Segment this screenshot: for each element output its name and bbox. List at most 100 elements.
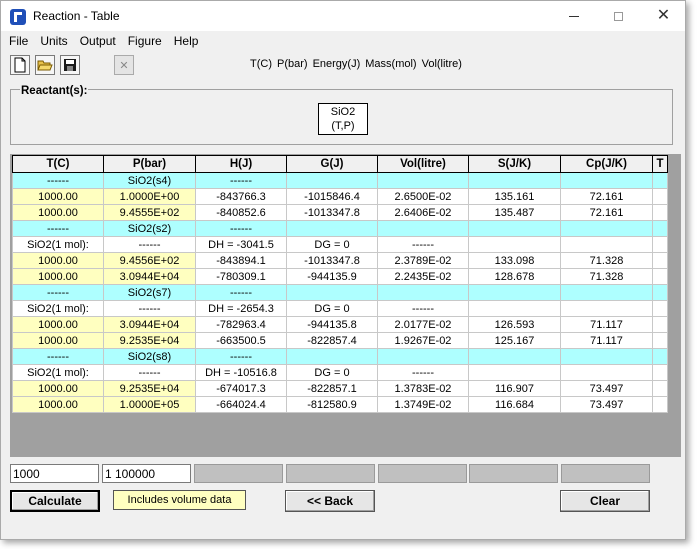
table-cell[interactable]: 1000.00 bbox=[12, 396, 104, 413]
table-cell[interactable] bbox=[560, 220, 653, 237]
info-row[interactable]: SiO2(1 mol): ------ DH = -3041.5 DG = 0 ----… bbox=[12, 236, 668, 253]
table-cell[interactable]: ------ bbox=[103, 300, 196, 317]
table-cell[interactable] bbox=[652, 348, 668, 365]
table-cell[interactable]: 2.3789E-02 bbox=[377, 252, 469, 269]
table-cell[interactable]: -822857.4 bbox=[286, 332, 378, 349]
maximize-button[interactable] bbox=[596, 1, 641, 31]
table-cell[interactable]: SiO2(s4) bbox=[103, 172, 196, 189]
table-cell[interactable]: 1.0000E+00 bbox=[103, 188, 196, 205]
minimize-button[interactable] bbox=[551, 1, 596, 31]
menu-file[interactable]: File bbox=[1, 32, 32, 52]
menu-figure[interactable]: Figure bbox=[120, 32, 166, 52]
table-cell[interactable] bbox=[652, 380, 668, 397]
table-cell[interactable]: 1.3749E-02 bbox=[377, 396, 469, 413]
reactant-species[interactable]: SiO2 (T,P) bbox=[318, 103, 368, 135]
header-t-extra[interactable]: T bbox=[652, 155, 668, 173]
table-cell[interactable]: DH = -3041.5 bbox=[195, 236, 287, 253]
table-cell[interactable]: 73.497 bbox=[560, 380, 653, 397]
table-cell[interactable] bbox=[652, 172, 668, 189]
table-cell[interactable] bbox=[652, 364, 668, 381]
table-cell[interactable]: -822857.1 bbox=[286, 380, 378, 397]
table-cell[interactable] bbox=[652, 220, 668, 237]
table-cell[interactable]: -780309.1 bbox=[195, 268, 287, 285]
table-cell[interactable]: 9.4556E+02 bbox=[103, 252, 196, 269]
table-cell[interactable]: 126.593 bbox=[468, 316, 561, 333]
table-cell[interactable]: DH = -2654.3 bbox=[195, 300, 287, 317]
table-cell[interactable]: -1013347.8 bbox=[286, 252, 378, 269]
table-row[interactable]: 1000.00 3.0944E+04 -782963.4 -944135.8 2.017… bbox=[12, 316, 668, 333]
table-cell[interactable]: DG = 0 bbox=[286, 364, 378, 381]
table-cell[interactable]: 116.684 bbox=[468, 396, 561, 413]
header-vol[interactable]: Vol(litre) bbox=[377, 155, 469, 173]
table-cell[interactable] bbox=[286, 284, 378, 301]
table-cell[interactable]: 9.4555E+02 bbox=[103, 204, 196, 221]
table-cell[interactable]: SiO2(1 mol): bbox=[12, 300, 104, 317]
table-cell[interactable]: 135.161 bbox=[468, 188, 561, 205]
table-cell[interactable] bbox=[652, 204, 668, 221]
phase-row[interactable]: ------ SiO2(s4) ------ bbox=[12, 172, 668, 189]
table-cell[interactable]: 135.487 bbox=[468, 204, 561, 221]
table-cell[interactable]: ------ bbox=[103, 364, 196, 381]
table-cell[interactable]: -843894.1 bbox=[195, 252, 287, 269]
table-cell[interactable]: ------ bbox=[12, 284, 104, 301]
table-cell[interactable] bbox=[377, 284, 469, 301]
table-cell[interactable]: 125.167 bbox=[468, 332, 561, 349]
table-cell[interactable]: -944135.8 bbox=[286, 316, 378, 333]
table-cell[interactable]: 9.2535E+04 bbox=[103, 380, 196, 397]
calculate-button[interactable]: Calculate bbox=[10, 490, 100, 512]
table-cell[interactable] bbox=[377, 172, 469, 189]
table-cell[interactable] bbox=[652, 268, 668, 285]
header-s[interactable]: S(J/K) bbox=[468, 155, 561, 173]
table-cell[interactable]: -664024.4 bbox=[195, 396, 287, 413]
menu-units[interactable]: Units bbox=[32, 32, 71, 52]
table-cell[interactable]: 2.6500E-02 bbox=[377, 188, 469, 205]
table-cell[interactable]: 71.117 bbox=[560, 316, 653, 333]
table-cell[interactable]: 1000.00 bbox=[12, 204, 104, 221]
table-cell[interactable]: 1000.00 bbox=[12, 380, 104, 397]
table-cell[interactable]: DG = 0 bbox=[286, 300, 378, 317]
header-p[interactable]: P(bar) bbox=[103, 155, 196, 173]
table-cell[interactable]: 1.3783E-02 bbox=[377, 380, 469, 397]
phase-row[interactable]: ------ SiO2(s8) ------ bbox=[12, 348, 668, 365]
table-cell[interactable]: 128.678 bbox=[468, 268, 561, 285]
table-cell[interactable]: ------ bbox=[377, 300, 469, 317]
table-cell[interactable]: ------ bbox=[12, 220, 104, 237]
table-cell[interactable]: -782963.4 bbox=[195, 316, 287, 333]
table-cell[interactable]: SiO2(1 mol): bbox=[12, 236, 104, 253]
table-cell[interactable]: ------ bbox=[12, 348, 104, 365]
table-cell[interactable]: ------ bbox=[195, 220, 287, 237]
table-cell[interactable]: 71.328 bbox=[560, 252, 653, 269]
table-cell[interactable]: -674017.3 bbox=[195, 380, 287, 397]
table-cell[interactable]: 1000.00 bbox=[12, 316, 104, 333]
table-cell[interactable] bbox=[560, 236, 653, 253]
table-row[interactable]: 1000.00 3.0944E+04 -780309.1 -944135.9 2.243… bbox=[12, 268, 668, 285]
menu-help[interactable]: Help bbox=[166, 32, 203, 52]
clear-button[interactable]: Clear bbox=[560, 490, 650, 512]
table-cell[interactable] bbox=[560, 284, 653, 301]
table-cell[interactable]: ------ bbox=[12, 172, 104, 189]
table-cell[interactable]: 1000.00 bbox=[12, 188, 104, 205]
table-cell[interactable] bbox=[652, 396, 668, 413]
table-cell[interactable] bbox=[560, 300, 653, 317]
table-cell[interactable]: 72.161 bbox=[560, 204, 653, 221]
table-cell[interactable]: 1.0000E+05 bbox=[103, 396, 196, 413]
pressure-input[interactable] bbox=[102, 464, 191, 483]
table-row[interactable]: 1000.00 9.2535E+04 -663500.5 -822857.4 1.926… bbox=[12, 332, 668, 349]
table-cell[interactable] bbox=[468, 172, 561, 189]
table-cell[interactable]: 2.0177E-02 bbox=[377, 316, 469, 333]
table-cell[interactable]: 71.328 bbox=[560, 268, 653, 285]
table-cell[interactable]: ------ bbox=[377, 236, 469, 253]
table-row[interactable]: 1000.00 1.0000E+05 -664024.4 -812580.9 1.374… bbox=[12, 396, 668, 413]
table-cell[interactable]: 2.2435E-02 bbox=[377, 268, 469, 285]
table-cell[interactable]: 72.161 bbox=[560, 188, 653, 205]
back-button[interactable]: << Back bbox=[285, 490, 375, 512]
table-cell[interactable]: 73.497 bbox=[560, 396, 653, 413]
table-cell[interactable]: 133.098 bbox=[468, 252, 561, 269]
phase-row[interactable]: ------ SiO2(s2) ------ bbox=[12, 220, 668, 237]
table-cell[interactable] bbox=[468, 364, 561, 381]
table-cell[interactable] bbox=[286, 172, 378, 189]
table-cell[interactable]: ------ bbox=[195, 284, 287, 301]
table-cell[interactable] bbox=[560, 172, 653, 189]
table-row[interactable]: 1000.00 9.4556E+02 -843894.1 -1013347.8 2.37… bbox=[12, 252, 668, 269]
new-document-button[interactable] bbox=[10, 55, 30, 75]
